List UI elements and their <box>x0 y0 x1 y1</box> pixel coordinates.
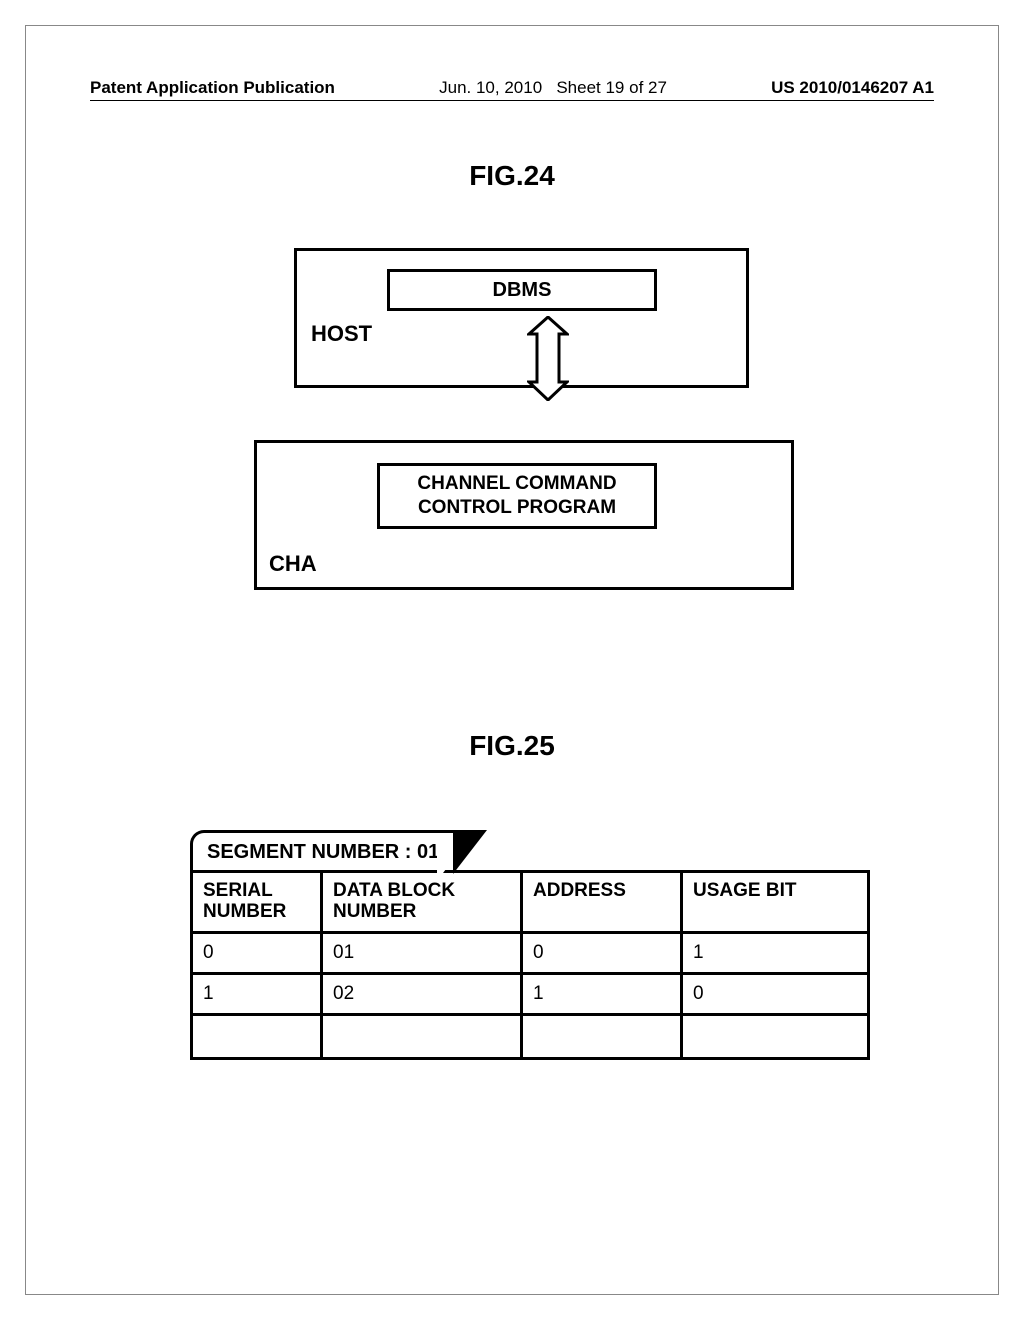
sheet-indicator: Sheet 19 of 27 <box>556 78 667 97</box>
table-row: 0 01 0 1 <box>192 932 869 973</box>
cell-address: 0 <box>522 932 682 973</box>
ccp-line1: CHANNEL COMMAND <box>417 473 616 494</box>
cell-usage <box>682 1014 869 1058</box>
publication-number: US 2010/0146207 A1 <box>771 78 934 98</box>
channel-command-control-program-box: CHANNEL COMMAND CONTROL PROGRAM <box>377 463 657 529</box>
cell-usage: 1 <box>682 932 869 973</box>
cell-address <box>522 1014 682 1058</box>
cell-address: 1 <box>522 973 682 1014</box>
host-label: HOST <box>311 321 372 347</box>
segment-number-tab: SEGMENT NUMBER : 01 <box>190 830 456 870</box>
segment-number-label: SEGMENT NUMBER : 01 <box>207 841 439 863</box>
figure-24-diagram: DBMS HOST CHANNEL COMMAND CONTROL PROGRA… <box>266 248 766 590</box>
publication-date-sheet: Jun. 10, 2010 Sheet 19 of 27 <box>439 78 667 98</box>
segment-table: SERIAL NUMBER DATA BLOCK NUMBER ADDRESS … <box>190 870 870 1060</box>
publication-type: Patent Application Publication <box>90 78 335 98</box>
dbms-box: DBMS <box>387 269 657 311</box>
cell-serial <box>192 1014 322 1058</box>
cell-datablock: 02 <box>322 973 522 1014</box>
ccp-line2: CONTROL PROGRAM <box>418 497 616 518</box>
bidirectional-arrow-icon <box>527 316 569 401</box>
header-rule <box>90 100 934 101</box>
cell-serial: 0 <box>192 932 322 973</box>
col-serial-number: SERIAL NUMBER <box>192 872 322 933</box>
cha-box: CHANNEL COMMAND CONTROL PROGRAM CHA <box>254 440 794 590</box>
host-box: DBMS HOST <box>294 248 749 388</box>
col-usage-bit: USAGE BIT <box>682 872 869 933</box>
publication-date: Jun. 10, 2010 <box>439 78 542 97</box>
table-row: 1 02 1 0 <box>192 973 869 1014</box>
table-row <box>192 1014 869 1058</box>
table-header-row: SERIAL NUMBER DATA BLOCK NUMBER ADDRESS … <box>192 872 869 933</box>
cell-serial: 1 <box>192 973 322 1014</box>
cell-datablock: 01 <box>322 932 522 973</box>
figure-25-title: FIG.25 <box>0 730 1024 762</box>
page-header: Patent Application Publication Jun. 10, … <box>90 78 934 98</box>
figure-25-table: SEGMENT NUMBER : 01 SERIAL NUMBER DATA B… <box>190 830 870 1060</box>
col-data-block-number: DATA BLOCK NUMBER <box>322 872 522 933</box>
page-frame <box>25 25 999 1295</box>
cha-label: CHA <box>269 551 317 577</box>
cell-usage: 0 <box>682 973 869 1014</box>
figure-24-title: FIG.24 <box>0 160 1024 192</box>
cell-datablock <box>322 1014 522 1058</box>
col-address: ADDRESS <box>522 872 682 933</box>
